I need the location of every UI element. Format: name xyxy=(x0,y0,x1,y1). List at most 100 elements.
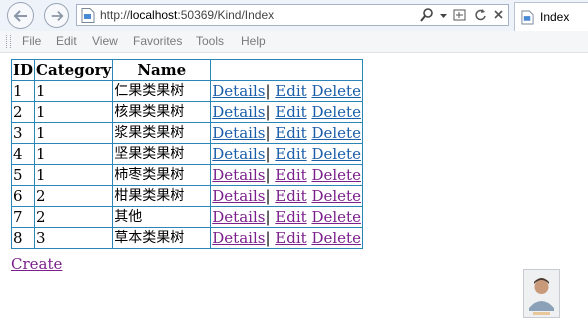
details-link[interactable]: Details xyxy=(212,145,265,163)
delete-link[interactable]: Delete xyxy=(311,82,360,100)
delete-link[interactable]: Delete xyxy=(311,187,360,205)
cell-actions: Details| Edit Delete xyxy=(210,185,363,207)
delete-link[interactable]: Delete xyxy=(311,145,360,163)
browser-toolbar: http://localhost:50369/Kind/Index Index xyxy=(0,0,588,32)
cell-actions: Details| Edit Delete xyxy=(210,101,363,123)
cell-name: 其他 xyxy=(112,206,212,228)
dropdown-icon[interactable] xyxy=(439,7,447,26)
cell-id: 3 xyxy=(10,122,36,144)
avatar-photo-icon xyxy=(524,270,559,317)
table-row: 2 1 核果类果树 Details| Edit Delete xyxy=(10,101,363,123)
compatibility-icon[interactable] xyxy=(453,7,467,26)
details-link[interactable]: Details xyxy=(212,229,265,247)
table-row: 7 2 其他 Details| Edit Delete xyxy=(10,206,363,228)
cell-id: 6 xyxy=(10,185,36,207)
link-separator: | xyxy=(265,102,271,121)
header-category: Category xyxy=(34,59,114,81)
page-content: ID Category Name 1 1 仁果类果树 Details| Edit De… xyxy=(10,59,363,249)
table-header-row: ID Category Name xyxy=(10,59,363,81)
search-icon[interactable] xyxy=(419,7,434,26)
cell-actions: Details| Edit Delete xyxy=(210,143,363,165)
page-icon xyxy=(81,8,95,23)
create-link[interactable]: Create xyxy=(11,255,62,273)
cell-name: 浆果类果树 xyxy=(112,122,212,144)
edit-link[interactable]: Edit xyxy=(275,187,306,205)
cell-name: 仁果类果树 xyxy=(112,80,212,102)
menu-file[interactable]: File xyxy=(22,34,41,48)
stop-icon[interactable] xyxy=(493,7,504,26)
edit-link[interactable]: Edit xyxy=(275,124,306,142)
url-path: :50369/Kind/Index xyxy=(177,8,275,22)
edit-link[interactable]: Edit xyxy=(275,166,306,184)
details-link[interactable]: Details xyxy=(212,103,265,121)
cell-id: 7 xyxy=(10,206,36,228)
table-row: 8 3 草本类果树 Details| Edit Delete xyxy=(10,227,363,249)
details-link[interactable]: Details xyxy=(212,187,265,205)
cell-actions: Details| Edit Delete xyxy=(210,164,363,186)
refresh-icon[interactable] xyxy=(474,7,487,26)
menu-help[interactable]: Help xyxy=(241,34,266,48)
link-separator: | xyxy=(265,123,271,142)
menu-favorites[interactable]: Favorites xyxy=(133,34,182,48)
cell-category: 2 xyxy=(34,185,114,207)
delete-link[interactable]: Delete xyxy=(311,103,360,121)
tab-title: Index xyxy=(540,10,570,24)
forward-button[interactable] xyxy=(44,3,69,28)
page-icon xyxy=(521,10,534,25)
cell-name: 柿枣类果树 xyxy=(112,164,212,186)
delete-link[interactable]: Delete xyxy=(311,208,360,226)
cell-actions: Details| Edit Delete xyxy=(210,206,363,228)
menu-view[interactable]: View xyxy=(92,34,118,48)
cell-id: 1 xyxy=(10,80,36,102)
menu-bar: File Edit View Favorites Tools Help xyxy=(0,31,588,53)
header-actions xyxy=(210,59,363,81)
tab-index[interactable]: Index xyxy=(514,2,588,31)
url-host: localhost xyxy=(130,8,178,22)
back-button[interactable] xyxy=(7,2,34,29)
link-separator: | xyxy=(265,207,271,226)
url-prefix: http:// xyxy=(100,8,131,22)
back-arrow-icon xyxy=(13,10,27,22)
edit-link[interactable]: Edit xyxy=(275,208,306,226)
cell-category: 1 xyxy=(34,122,114,144)
details-link[interactable]: Details xyxy=(212,124,265,142)
cell-name: 草本类果树 xyxy=(112,227,212,249)
cell-category: 1 xyxy=(34,80,114,102)
link-separator: | xyxy=(265,186,271,205)
table-row: 6 2 柑果类果树 Details| Edit Delete xyxy=(10,185,363,207)
delete-link[interactable]: Delete xyxy=(311,124,360,142)
cell-id: 8 xyxy=(10,227,36,249)
address-bar[interactable]: http://localhost:50369/Kind/Index xyxy=(76,4,509,26)
link-separator: | xyxy=(265,144,271,163)
header-id: ID xyxy=(10,59,36,81)
cell-category: 1 xyxy=(34,101,114,123)
table-row: 3 1 浆果类果树 Details| Edit Delete xyxy=(10,122,363,144)
table-body: 1 1 仁果类果树 Details| Edit Delete 2 1 核果类果树 Detail… xyxy=(10,80,363,249)
menu-tools[interactable]: Tools xyxy=(196,34,224,48)
menu-edit[interactable]: Edit xyxy=(56,34,77,48)
details-link[interactable]: Details xyxy=(212,166,265,184)
edit-link[interactable]: Edit xyxy=(275,82,306,100)
details-link[interactable]: Details xyxy=(212,82,265,100)
cell-category: 2 xyxy=(34,206,114,228)
link-separator: | xyxy=(265,81,271,100)
delete-link[interactable]: Delete xyxy=(311,166,360,184)
cell-name: 坚果类果树 xyxy=(112,143,212,165)
edit-link[interactable]: Edit xyxy=(275,103,306,121)
header-name: Name xyxy=(112,59,212,81)
edit-link[interactable]: Edit xyxy=(275,145,306,163)
cell-actions: Details| Edit Delete xyxy=(210,122,363,144)
delete-link[interactable]: Delete xyxy=(311,229,360,247)
cell-category: 3 xyxy=(34,227,114,249)
cell-category: 1 xyxy=(34,143,114,165)
grip-icon xyxy=(6,35,11,48)
edit-link[interactable]: Edit xyxy=(275,229,306,247)
cell-category: 1 xyxy=(34,164,114,186)
kind-table: ID Category Name 1 1 仁果类果树 Details| Edit De… xyxy=(10,59,363,249)
details-link[interactable]: Details xyxy=(212,208,265,226)
avatar[interactable] xyxy=(523,269,560,318)
cell-actions: Details| Edit Delete xyxy=(210,227,363,249)
link-separator: | xyxy=(265,228,271,247)
cell-id: 5 xyxy=(10,164,36,186)
cell-name: 核果类果树 xyxy=(112,101,212,123)
